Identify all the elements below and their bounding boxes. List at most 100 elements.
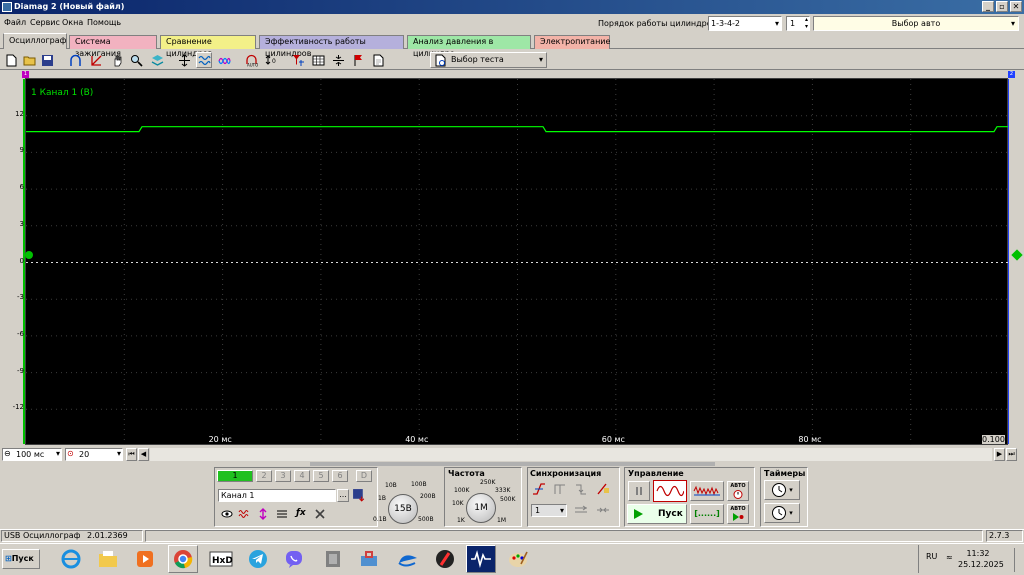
language-indicator[interactable]: RU	[926, 552, 937, 561]
layers-button[interactable]	[149, 52, 165, 68]
taskbar-telegram[interactable]	[245, 546, 271, 572]
channel-5-button[interactable]: 5	[313, 470, 329, 482]
cyl-number-spinner[interactable]: 1 ▴ ▾	[786, 16, 810, 31]
channel-name-browse-button[interactable]: ...	[337, 489, 349, 502]
restore-button[interactable]: ▫	[996, 1, 1008, 12]
start-button[interactable]: Пуск	[627, 504, 687, 524]
grid-button[interactable]	[310, 52, 326, 68]
scroll-right-button[interactable]: ▶	[994, 448, 1005, 461]
channel-3-button[interactable]: 3	[275, 470, 291, 482]
eye-button[interactable]	[221, 508, 235, 522]
filter-button[interactable]	[290, 52, 306, 68]
start-menu-button[interactable]: ⊞Пуск	[2, 549, 40, 569]
tab-pressure-analysis[interactable]: Анализ давления в цилиндре	[407, 35, 531, 58]
scale-y-button[interactable]	[176, 52, 192, 68]
panel-splitter[interactable]	[310, 462, 715, 466]
tab-cylinder-compare[interactable]: Сравнение цилиндров	[160, 35, 256, 58]
rate-select[interactable]: ⊙ 20 ▾	[65, 448, 123, 461]
sync-rising-button[interactable]	[532, 482, 548, 498]
single-wave-button[interactable]	[653, 480, 687, 502]
channel-1-button[interactable]: 1	[217, 470, 253, 482]
continuous-wave-button[interactable]	[690, 481, 724, 501]
channel-d-button[interactable]: D	[356, 470, 372, 482]
sync-shrink-button[interactable]	[596, 503, 612, 519]
taskbar-hxd[interactable]: HxD	[208, 546, 234, 572]
scroll-last-button[interactable]: ⏭	[1006, 448, 1017, 461]
zoom-button[interactable]	[128, 52, 144, 68]
cyl-order-select[interactable]: 1-3-4-2 ▾	[708, 16, 782, 31]
channel-6-button[interactable]: 6	[332, 470, 348, 482]
save-button[interactable]	[39, 52, 55, 68]
frequency-knob[interactable]: 1M	[466, 493, 496, 523]
taskbar-paint[interactable]	[505, 546, 531, 572]
timebase-select[interactable]: ⊖ 100 мс ▾	[2, 448, 62, 461]
sync-channel-select[interactable]: 1 ▾	[531, 504, 567, 517]
formula-button[interactable]: ƒx	[296, 508, 310, 522]
clock[interactable]: 11:32 25.12.2025	[958, 548, 1004, 572]
measure-tool-button[interactable]	[88, 52, 104, 68]
auto-play-button[interactable]: АВТО	[727, 504, 749, 524]
zero-level-marker-right[interactable]	[1011, 249, 1023, 261]
cursor-tool-button[interactable]	[67, 52, 83, 68]
sync-expand-button[interactable]	[574, 503, 590, 519]
volt-knob[interactable]: 15В	[388, 494, 418, 524]
taskbar-diamag[interactable]	[466, 545, 496, 573]
marker-1-handle[interactable]: 1	[22, 71, 29, 78]
taskbar-opera[interactable]	[432, 546, 458, 572]
menu-help[interactable]: Помощь	[84, 15, 124, 31]
menu-service[interactable]: Сервис	[27, 15, 63, 31]
taskbar-archive[interactable]	[320, 546, 346, 572]
auto-zoom-button[interactable]: AUTO	[243, 52, 259, 68]
timer-1-button[interactable]: ▾	[764, 480, 800, 500]
taskbar-chrome[interactable]	[168, 545, 198, 573]
taskbar-explorer[interactable]	[95, 546, 121, 572]
car-select[interactable]: Выбор авто ▾	[813, 16, 1019, 31]
taskbar-tools[interactable]	[356, 546, 382, 572]
menu-windows[interactable]: Окна	[59, 15, 86, 31]
lines-button[interactable]	[276, 508, 290, 522]
channel-2-button[interactable]: 2	[256, 470, 272, 482]
tab-power[interactable]: Электропитание	[534, 35, 610, 49]
channel-save-button[interactable]	[352, 488, 368, 504]
tab-cylinder-efficiency[interactable]: Эффективность работы цилиндров	[259, 35, 404, 58]
test-select[interactable]: Выбор теста ▾	[430, 52, 547, 68]
tray-expand-icon[interactable]: ≈	[946, 553, 953, 562]
scroll-track[interactable]	[150, 448, 992, 461]
tools-button[interactable]	[314, 508, 328, 522]
pause-button[interactable]	[628, 481, 650, 501]
new-file-button[interactable]	[3, 52, 19, 68]
tab-oscilloscope[interactable]: Осциллограф	[3, 33, 67, 49]
marker-2-handle[interactable]: 2	[1008, 71, 1015, 78]
scroll-left-button[interactable]: ◀	[138, 448, 149, 461]
invert-button[interactable]	[257, 508, 271, 522]
marker-button[interactable]	[350, 52, 366, 68]
timer-2-button[interactable]: ▾	[764, 503, 800, 523]
auto-timer-button[interactable]: АВТО	[727, 481, 749, 501]
offset-zero-button[interactable]: 0	[263, 52, 279, 68]
signal-button[interactable]	[238, 508, 252, 522]
waves-button[interactable]	[196, 52, 212, 68]
menu-file[interactable]: Файл	[1, 15, 29, 31]
scroll-first-button[interactable]: ⏮	[126, 448, 137, 461]
minimize-button[interactable]: _	[982, 1, 994, 12]
taskbar-ie[interactable]	[58, 546, 84, 572]
capture-window-button[interactable]: [......]	[690, 504, 724, 524]
open-file-button[interactable]	[21, 52, 37, 68]
report-button[interactable]	[370, 52, 386, 68]
zero-level-marker-left[interactable]	[25, 251, 33, 259]
overlay-button[interactable]	[216, 52, 232, 68]
channel-4-button[interactable]: 4	[294, 470, 310, 482]
sync-falling-button[interactable]	[574, 482, 590, 498]
oscilloscope-plot[interactable]: 1 Канал 1 (В)	[25, 78, 1009, 446]
channel-name-input[interactable]: Канал 1	[218, 489, 336, 502]
sync-auto-button[interactable]	[596, 482, 612, 498]
close-button[interactable]: ✕	[1010, 1, 1022, 12]
divider-button[interactable]	[330, 52, 346, 68]
taskbar-media[interactable]	[132, 546, 158, 572]
taskbar-edge[interactable]	[395, 546, 421, 572]
tab-ignition[interactable]: Система зажигания	[69, 35, 157, 58]
hand-tool-button[interactable]	[109, 52, 125, 68]
show-desktop-button[interactable]	[1014, 548, 1015, 572]
sync-level-button[interactable]	[553, 482, 569, 498]
taskbar-viber[interactable]	[281, 546, 307, 572]
